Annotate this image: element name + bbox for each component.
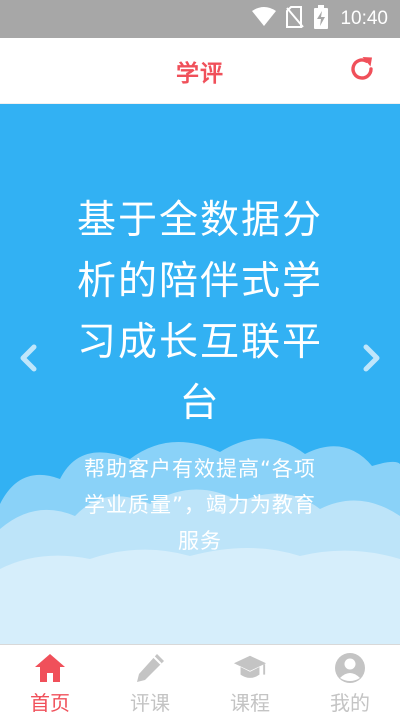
- nav-label-review: 评课: [130, 691, 170, 715]
- refresh-button[interactable]: [346, 55, 378, 87]
- status-icons: 10:40: [252, 5, 388, 33]
- carousel-next-button[interactable]: [358, 342, 386, 378]
- battery-charging-icon: [314, 5, 329, 33]
- graduation-cap-icon: [233, 651, 267, 685]
- wifi-icon: [252, 7, 277, 31]
- hero-subtitle: 帮助客户有效提高“各项学业质量”，竭力为教育服务: [84, 457, 316, 553]
- app-header: 学评: [0, 38, 400, 104]
- nav-item-profile[interactable]: 我的: [300, 645, 400, 720]
- hero-banner[interactable]: 基于全数据分析的陪伴式学习成长互联平台 帮助客户有效提高“各项学业质量”，竭力为…: [0, 104, 400, 644]
- nav-label-home: 首页: [30, 691, 70, 715]
- nav-label-courses: 课程: [230, 691, 270, 715]
- chevron-left-icon: [17, 343, 39, 377]
- status-time: 10:40: [340, 8, 388, 29]
- no-sim-icon: [286, 6, 305, 32]
- chevron-right-icon: [361, 343, 383, 377]
- hero-title: 基于全数据分析的陪伴式学习成长互联平台: [76, 198, 323, 426]
- nav-item-review[interactable]: 评课: [100, 645, 200, 720]
- page-title: 学评: [176, 60, 224, 87]
- nav-item-home[interactable]: 首页: [0, 645, 100, 720]
- bottom-nav: 首页 评课 课程 我的: [0, 644, 400, 720]
- nav-item-courses[interactable]: 课程: [200, 645, 300, 720]
- refresh-icon: [347, 54, 377, 88]
- nav-label-profile: 我的: [330, 691, 370, 715]
- pencil-icon: [133, 651, 167, 685]
- home-icon: [33, 651, 67, 685]
- user-icon: [333, 651, 367, 685]
- status-bar: 10:40: [0, 0, 400, 38]
- carousel-prev-button[interactable]: [14, 342, 42, 378]
